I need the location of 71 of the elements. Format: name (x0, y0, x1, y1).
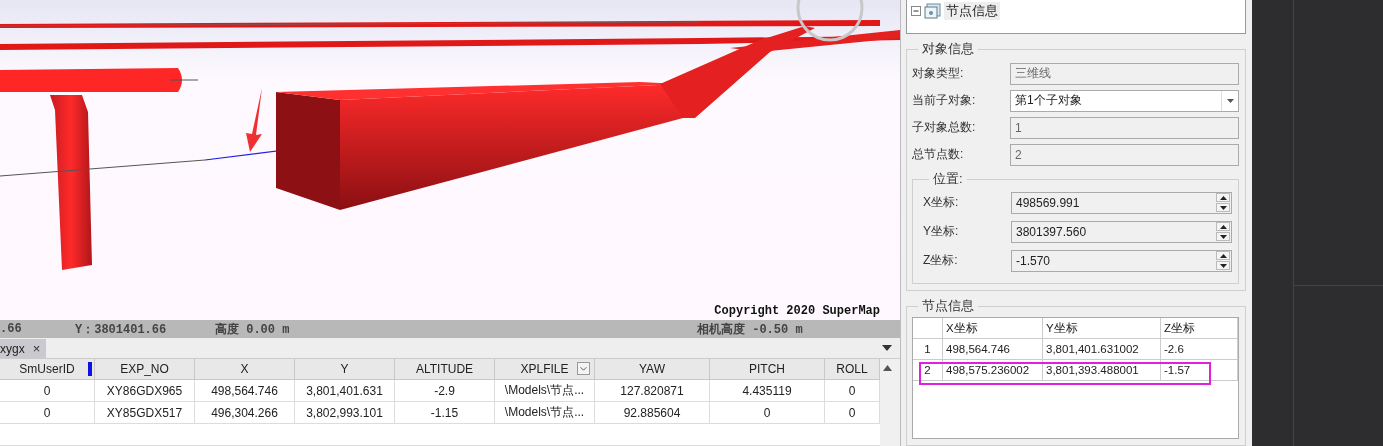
field-label: 对象类型: (912, 65, 965, 82)
spin-up-icon[interactable] (1219, 253, 1227, 258)
row-number: 2 (913, 360, 943, 380)
spin-down-icon[interactable] (1219, 205, 1227, 210)
close-icon[interactable]: × (32, 341, 41, 356)
column-header[interactable]: SmUserID (0, 359, 95, 379)
column-header[interactable]: ALTITUDE (395, 359, 495, 379)
filter-dropdown-icon[interactable] (577, 362, 590, 375)
table-cell: \Models\节点... (495, 380, 595, 401)
caret-icon[interactable] (1226, 98, 1234, 103)
table-cell: -1.15 (395, 402, 495, 423)
status-text: 相机高度 -0.50 m (697, 321, 804, 338)
column-header[interactable]: YAW (595, 359, 710, 379)
column-header: X坐标 (943, 318, 1043, 338)
table-cell: 92.885604 (595, 402, 710, 423)
status-text: 高度 0.00 m (215, 321, 291, 338)
table-cell: 498,575.236002 (943, 360, 1043, 380)
status-text: .66 (0, 322, 23, 336)
table-cell: \Models\节点... (495, 402, 595, 423)
table-cell: 0 (0, 402, 95, 423)
column-header[interactable]: Y (295, 359, 395, 379)
table-cell: -2.9 (395, 380, 495, 401)
spin-down-icon[interactable] (1219, 263, 1227, 268)
table-cell: 0 (710, 402, 825, 423)
column-header[interactable]: PITCH (710, 359, 825, 379)
field-label: 子对象总数: (912, 119, 977, 136)
table-cell: XY85GDX517 (95, 402, 195, 423)
row-number: 1 (913, 339, 943, 359)
table-cell: 3,801,393.488001 (1043, 360, 1161, 380)
group-title: 节点信息 (921, 297, 975, 315)
table-cell: -2.6 (1161, 339, 1238, 359)
node-row[interactable]: 2 498,575.236002 3,801,393.488001 -1.57 (913, 360, 1238, 381)
status-text: Y：3801401.66 (75, 321, 168, 338)
table-cell: -1.57 (1161, 360, 1238, 380)
dropdown-field[interactable]: 第1个子对象 (1010, 89, 1239, 112)
spin-up-icon[interactable] (1219, 224, 1227, 229)
group-title: 对象信息 (921, 40, 975, 58)
collapse-icon[interactable] (911, 5, 922, 17)
table-cell: 496,304.266 (195, 402, 295, 423)
node-layer-icon (924, 3, 942, 19)
spin-down-icon[interactable] (1219, 234, 1227, 239)
table-cell: 127.820871 (595, 380, 710, 401)
spin-field[interactable]: 3801397.560 (1011, 220, 1232, 243)
column-header[interactable]: X (195, 359, 295, 379)
field-label: 总节点数: (912, 146, 965, 163)
column-header[interactable]: XPLFILE (495, 359, 595, 379)
column-header: Y坐标 (1043, 318, 1161, 338)
table-cell: 3,801,401.631002 (1043, 339, 1161, 359)
table-cell: 498,564.746 (943, 339, 1043, 359)
table-cell: 498,564.746 (195, 380, 295, 401)
field-label: 当前子对象: (912, 92, 977, 109)
spin-field[interactable]: 498569.991 (1011, 191, 1232, 214)
layer-tab[interactable]: xygx × (0, 339, 47, 358)
node-row[interactable]: 1 498,564.746 3,801,401.631002 -2.6 (913, 339, 1238, 360)
spin-up-icon[interactable] (1219, 195, 1227, 200)
column-header[interactable]: EXP_NO (95, 359, 195, 379)
field-label: Z坐标: (923, 252, 959, 269)
spin-field[interactable]: -1.570 (1011, 249, 1232, 272)
field-label: X坐标: (923, 194, 960, 211)
group-title: 位置: (932, 170, 964, 188)
table-cell: XY86GDX965 (95, 380, 195, 401)
table-cell: 4.435119 (710, 380, 825, 401)
column-header: Z坐标 (1161, 318, 1238, 338)
field-label: Y坐标: (923, 223, 960, 240)
dropdown-arrow-icon[interactable] (882, 344, 892, 352)
copyright-text: Copyright 2020 SuperMap (714, 304, 880, 318)
tree-item[interactable]: 节点信息 (944, 2, 1000, 20)
table-cell: 3,802,993.101 (295, 402, 395, 423)
table-cell: 0 (0, 380, 95, 401)
table-cell: 3,801,401.631 (295, 380, 395, 401)
scroll-up-icon[interactable] (883, 365, 892, 371)
